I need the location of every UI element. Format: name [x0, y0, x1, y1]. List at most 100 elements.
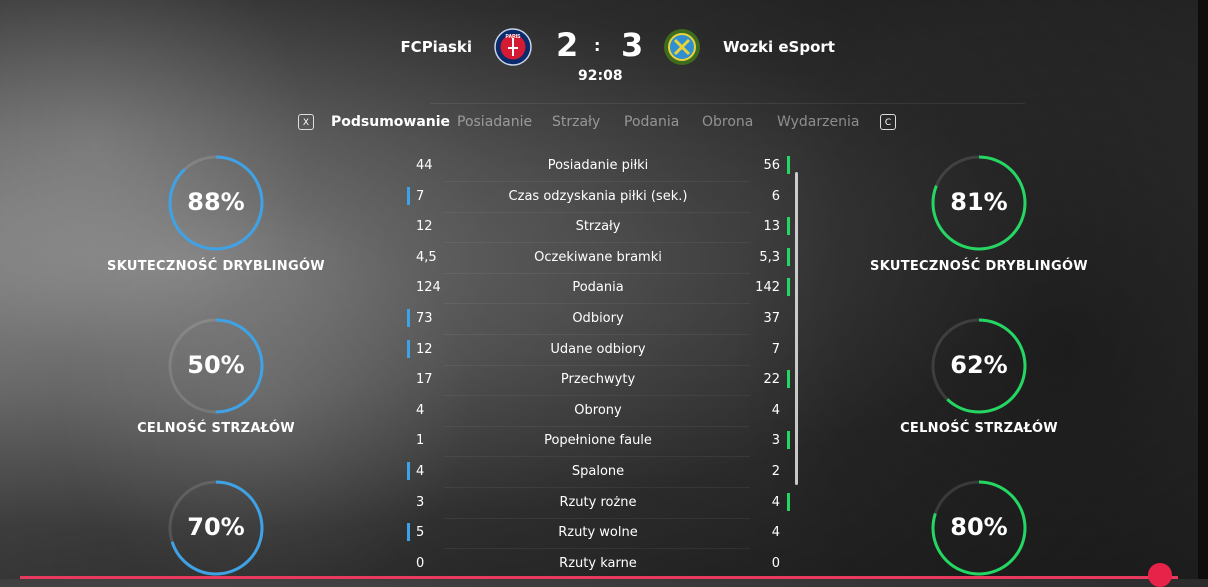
- stat-away-value: 22: [763, 372, 780, 387]
- away-leader-bar: [787, 156, 790, 174]
- away-dribble-value: 81%: [929, 188, 1029, 216]
- stat-row: 5 Rzuty wolne 4: [404, 519, 790, 549]
- score-separator: :: [594, 36, 600, 55]
- away-third-value: 80%: [929, 513, 1029, 541]
- stat-away-value: 0: [772, 556, 780, 571]
- stat-row: 0 Rzuty karne 0: [404, 550, 790, 579]
- tab-obrona[interactable]: Obrona: [702, 114, 753, 130]
- home-shot-accuracy-value: 50%: [166, 351, 266, 379]
- stat-name: Udane odbiory: [464, 342, 732, 357]
- stats-table[interactable]: 44Posiadanie piłki567Czas odzyskania pił…: [404, 152, 800, 579]
- away-shot-accuracy-value: 62%: [929, 351, 1029, 379]
- stat-away-value: 56: [763, 158, 780, 173]
- stat-row: 73 Odbiory 37: [404, 305, 790, 335]
- stat-row: 3 Rzuty rożne 4: [404, 489, 790, 519]
- stat-home-value: 12: [416, 219, 433, 234]
- psg-crest-icon: PARIS: [494, 28, 532, 66]
- stat-home-value: 4: [416, 403, 424, 418]
- tab-posiadanie[interactable]: Posiadanie: [457, 114, 532, 130]
- stat-row: 1 Popełnione faule 3: [404, 427, 790, 457]
- home-shot-accuracy-label: CELNOŚĆ STRZAŁÓW: [96, 421, 336, 436]
- home-leader-bar: [407, 187, 410, 205]
- stat-row: 7 Czas odzyskania piłki (sek.) 6: [404, 183, 790, 213]
- stat-row: 4,5 Oczekiwane bramki 5,3: [404, 244, 790, 274]
- home-leader-bar: [407, 523, 410, 541]
- home-leader-bar: [407, 340, 410, 358]
- away-leader-bar: [787, 248, 790, 266]
- stat-home-value: 7: [416, 189, 424, 204]
- away-leader-bar: [787, 370, 790, 388]
- svg-text:PARIS: PARIS: [506, 34, 522, 40]
- away-leader-bar: [787, 493, 790, 511]
- stat-away-value: 4: [772, 403, 780, 418]
- stat-home-value: 4,5: [416, 250, 437, 265]
- stat-away-value: 3: [772, 433, 780, 448]
- stat-away-value: 13: [763, 219, 780, 234]
- stat-away-value: 6: [772, 189, 780, 204]
- home-leader-bar: [407, 462, 410, 480]
- home-third-value: 70%: [166, 513, 266, 541]
- stat-row: 17 Przechwyty 22: [404, 366, 790, 396]
- stat-row: 12 Strzały 13: [404, 213, 790, 243]
- stat-name: Czas odzyskania piłki (sek.): [464, 189, 732, 204]
- home-team-name: FCPiaski: [400, 38, 472, 56]
- stat-row: 44 Posiadanie piłki 56: [404, 152, 790, 182]
- next-tab-key[interactable]: C: [880, 114, 896, 130]
- stat-home-value: 3: [416, 495, 424, 510]
- stat-home-value: 17: [416, 372, 433, 387]
- stat-home-value: 12: [416, 342, 433, 357]
- away-dribble-label: SKUTECZNOŚĆ DRYBLINGÓW: [859, 259, 1099, 274]
- away-leader-bar: [787, 431, 790, 449]
- stat-home-value: 5: [416, 525, 424, 540]
- header-divider: [430, 103, 1025, 104]
- stat-home-value: 1: [416, 433, 424, 448]
- stat-name: Popełnione faule: [464, 433, 732, 448]
- away-shot-accuracy-label: CELNOŚĆ STRZAŁÓW: [859, 421, 1099, 436]
- stat-name: Rzuty rożne: [464, 495, 732, 510]
- away-leader-bar: [787, 217, 790, 235]
- stat-row: 124 Podania 142: [404, 274, 790, 304]
- stats-scrollbar[interactable]: [795, 172, 798, 485]
- stat-home-value: 73: [416, 311, 433, 326]
- tab-wydarzenia[interactable]: Wydarzenia: [777, 114, 859, 130]
- away-leader-bar: [787, 278, 790, 296]
- home-dribble-value: 88%: [166, 188, 266, 216]
- stat-away-value: 5,3: [759, 250, 780, 265]
- stat-row: 4 Obrony 4: [404, 397, 790, 427]
- stat-name: Odbiory: [464, 311, 732, 326]
- stat-row: 4 Spalone 2: [404, 458, 790, 488]
- match-clock: 92:08: [578, 68, 623, 84]
- home-score: 2: [556, 26, 578, 64]
- stat-away-value: 4: [772, 495, 780, 510]
- stat-name: Przechwyty: [464, 372, 732, 387]
- stat-row: 12 Udane odbiory 7: [404, 336, 790, 366]
- home-dribble-label: SKUTECZNOŚĆ DRYBLINGÓW: [96, 259, 336, 274]
- stat-away-value: 142: [755, 280, 780, 295]
- prev-tab-key[interactable]: X: [298, 114, 314, 130]
- wozki-crest-icon: [663, 28, 701, 66]
- tab-podania[interactable]: Podania: [624, 114, 679, 130]
- stat-away-value: 2: [772, 464, 780, 479]
- stat-away-value: 4: [772, 525, 780, 540]
- record-indicator: [1148, 563, 1172, 587]
- stat-name: Posiadanie piłki: [464, 158, 732, 173]
- stat-name: Obrony: [464, 403, 732, 418]
- away-score: 3: [621, 26, 643, 64]
- away-team-name: Wozki eSport: [723, 38, 835, 56]
- stat-name: Oczekiwane bramki: [464, 250, 732, 265]
- stat-name: Strzały: [464, 219, 732, 234]
- stat-home-value: 44: [416, 158, 433, 173]
- stat-home-value: 0: [416, 556, 424, 571]
- stat-home-value: 4: [416, 464, 424, 479]
- stat-away-value: 37: [763, 311, 780, 326]
- tab-podsumowanie[interactable]: Podsumowanie: [331, 114, 450, 130]
- stat-name: Rzuty karne: [464, 556, 732, 571]
- stat-name: Rzuty wolne: [464, 525, 732, 540]
- match-header: FCPiaski PARIS 2 : 3 Wozki eSport 92:08: [0, 26, 1208, 96]
- stat-name: Spalone: [464, 464, 732, 479]
- stat-name: Podania: [464, 280, 732, 295]
- stat-away-value: 7: [772, 342, 780, 357]
- tab-strzaly[interactable]: Strzały: [552, 114, 600, 130]
- stat-home-value: 124: [416, 280, 441, 295]
- home-leader-bar: [407, 309, 410, 327]
